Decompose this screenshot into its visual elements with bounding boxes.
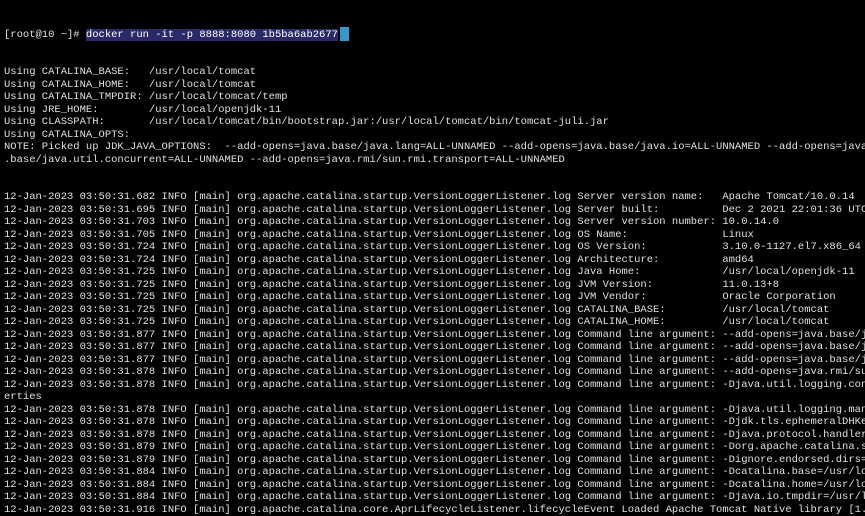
log-line: 12-Jan-2023 03:50:31.703 INFO [main] org… [4, 216, 861, 229]
log-line: 12-Jan-2023 03:50:31.916 INFO [main] org… [4, 504, 861, 516]
log-line: 12-Jan-2023 03:50:31.879 INFO [main] org… [4, 454, 861, 467]
log-line: 12-Jan-2023 03:50:31.725 INFO [main] org… [4, 291, 861, 304]
shell-prompt: [root@10 ~]# [4, 29, 86, 41]
prompt-line[interactable]: [root@10 ~]# docker run -it -p 8888:8080… [4, 27, 861, 41]
log-line: 12-Jan-2023 03:50:31.879 INFO [main] org… [4, 441, 861, 454]
log-line: 12-Jan-2023 03:50:31.877 INFO [main] org… [4, 341, 861, 354]
log-line: 12-Jan-2023 03:50:31.725 INFO [main] org… [4, 266, 861, 279]
log-output: 12-Jan-2023 03:50:31.682 INFO [main] org… [4, 191, 861, 516]
log-line: 12-Jan-2023 03:50:31.884 INFO [main] org… [4, 466, 861, 479]
command-text: docker run -it -p 8888:8080 1b5ba6ab2677 [86, 29, 338, 41]
env-line: Using JRE_HOME: /usr/local/openjdk-11 [4, 104, 861, 117]
log-line: 12-Jan-2023 03:50:31.725 INFO [main] org… [4, 279, 861, 292]
env-line: Using CATALINA_BASE: /usr/local/tomcat [4, 66, 861, 79]
env-line: Using CATALINA_TMPDIR: /usr/local/tomcat… [4, 91, 861, 104]
log-line: 12-Jan-2023 03:50:31.878 INFO [main] org… [4, 416, 861, 429]
log-line: 12-Jan-2023 03:50:31.878 INFO [main] org… [4, 379, 861, 392]
env-line: Using CLASSPATH: /usr/local/tomcat/bin/b… [4, 116, 861, 129]
log-line: 12-Jan-2023 03:50:31.724 INFO [main] org… [4, 254, 861, 267]
env-line: .base/java.util.concurrent=ALL-UNNAMED -… [4, 154, 861, 167]
log-line: 12-Jan-2023 03:50:31.725 INFO [main] org… [4, 316, 861, 329]
log-line: 12-Jan-2023 03:50:31.884 INFO [main] org… [4, 491, 861, 504]
log-line: 12-Jan-2023 03:50:31.725 INFO [main] org… [4, 304, 861, 317]
log-line: 12-Jan-2023 03:50:31.878 INFO [main] org… [4, 366, 861, 379]
log-line: 12-Jan-2023 03:50:31.884 INFO [main] org… [4, 479, 861, 492]
terminal-window[interactable]: [root@10 ~]# docker run -it -p 8888:8080… [0, 0, 865, 516]
log-line: 12-Jan-2023 03:50:31.878 INFO [main] org… [4, 404, 861, 417]
log-line: 12-Jan-2023 03:50:31.705 INFO [main] org… [4, 229, 861, 242]
log-line: 12-Jan-2023 03:50:31.878 INFO [main] org… [4, 429, 861, 442]
log-line: 12-Jan-2023 03:50:31.682 INFO [main] org… [4, 191, 861, 204]
env-line: NOTE: Picked up JDK_JAVA_OPTIONS: --add-… [4, 141, 861, 154]
env-line: Using CATALINA_OPTS: [4, 129, 861, 142]
log-line: 12-Jan-2023 03:50:31.724 INFO [main] org… [4, 241, 861, 254]
log-line: 12-Jan-2023 03:50:31.877 INFO [main] org… [4, 354, 861, 367]
cursor-icon [340, 27, 349, 41]
log-line: erties [4, 391, 861, 404]
env-line: Using CATALINA_HOME: /usr/local/tomcat [4, 79, 861, 92]
log-line: 12-Jan-2023 03:50:31.695 INFO [main] org… [4, 204, 861, 217]
env-output: Using CATALINA_BASE: /usr/local/tomcatUs… [4, 66, 861, 166]
log-line: 12-Jan-2023 03:50:31.877 INFO [main] org… [4, 329, 861, 342]
